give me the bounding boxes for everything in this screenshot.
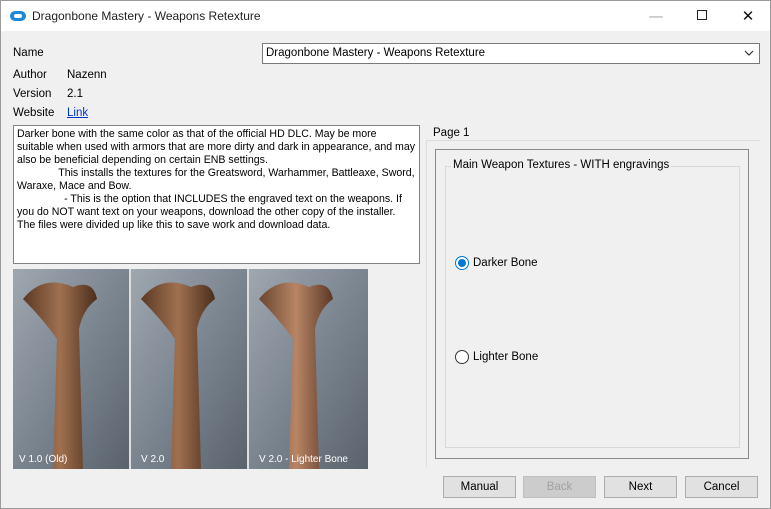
lighter-bone-radio[interactable]	[455, 350, 469, 364]
website-link[interactable]: Link	[67, 107, 88, 119]
chevron-down-icon	[744, 50, 754, 56]
back-button[interactable]: Back	[523, 476, 596, 498]
preview-panel-1	[13, 269, 129, 469]
darker-bone-label[interactable]: Darker Bone	[473, 257, 538, 269]
preview-image: V 1.0 (Old) V 2.0 V 2.0 - Lighter Bone	[13, 269, 368, 469]
maximize-button[interactable]	[679, 1, 725, 31]
preview-caption-2: V 2.0	[141, 454, 165, 465]
installer-window: Dragonbone Mastery - Weapons Retexture —…	[0, 0, 771, 509]
title-bar: Dragonbone Mastery - Weapons Retexture —…	[1, 1, 770, 31]
option-group-title: Main Weapon Textures - WITH engravings	[451, 159, 672, 171]
maximize-icon	[697, 10, 707, 20]
lighter-bone-label[interactable]: Lighter Bone	[473, 351, 538, 363]
cancel-button[interactable]: Cancel	[685, 476, 758, 498]
close-button[interactable]: ✕	[725, 1, 771, 31]
preview-panel-2	[131, 269, 247, 469]
version-label: Version	[13, 88, 52, 100]
preview-caption-3: V 2.0 - Lighter Bone	[259, 454, 348, 465]
name-select-value: Dragonbone Mastery - Weapons Retexture	[266, 47, 486, 59]
page-label: Page 1	[433, 127, 470, 139]
preview-caption-1: V 1.0 (Old)	[19, 454, 67, 465]
manual-button[interactable]: Manual	[443, 476, 516, 498]
minimize-button[interactable]: —	[633, 1, 679, 31]
name-select[interactable]: Dragonbone Mastery - Weapons Retexture	[262, 43, 760, 64]
darker-bone-radio[interactable]	[455, 256, 469, 270]
website-label: Website	[13, 107, 55, 119]
author-label: Author	[13, 69, 47, 81]
preview-panel-3	[249, 269, 368, 469]
next-button[interactable]: Next	[604, 476, 677, 498]
name-label: Name	[13, 47, 44, 59]
app-icon	[10, 11, 26, 21]
option-group	[445, 166, 740, 448]
author-value: Nazenn	[67, 69, 107, 81]
window-title: Dragonbone Mastery - Weapons Retexture	[32, 9, 261, 23]
description-box[interactable]: Darker bone with the same color as that …	[13, 125, 420, 264]
version-value: 2.1	[67, 88, 83, 100]
